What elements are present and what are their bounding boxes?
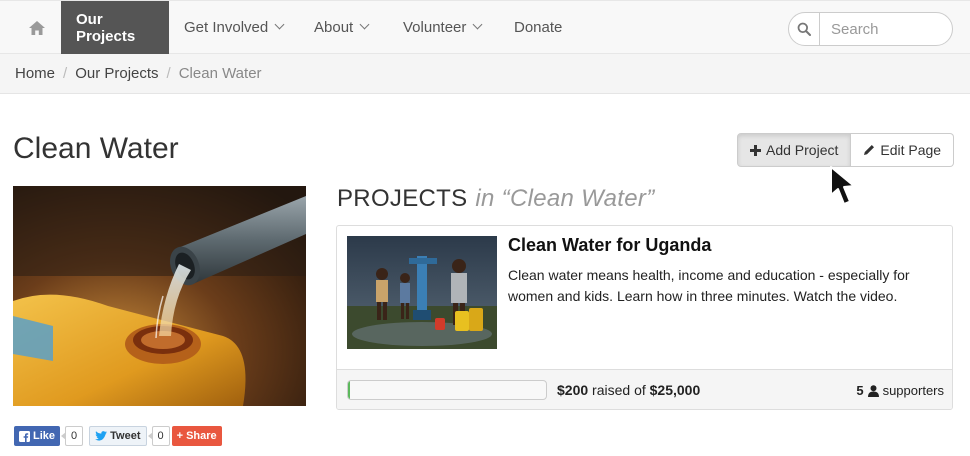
facebook-icon (19, 430, 30, 442)
raised-of-text: raised of (588, 382, 650, 398)
home-icon (29, 20, 45, 35)
pencil-icon (864, 145, 875, 155)
breadcrumb-separator: / (166, 65, 171, 82)
category-image (13, 186, 306, 406)
nav-about[interactable]: About (299, 1, 383, 54)
tweet-count: 0 (147, 426, 170, 446)
breadcrumb-home[interactable]: Home (15, 65, 55, 82)
project-card-footer: $200 raised of $25,000 5 supporters (337, 369, 952, 409)
project-description: Clean water means health, income and edu… (508, 267, 910, 304)
nav-donate[interactable]: Donate (499, 1, 577, 54)
raised-amount: $200 (557, 382, 589, 398)
user-icon (867, 384, 879, 397)
funding-summary: $200 raised of $25,000 (557, 382, 700, 398)
page-actions: Add Project Edit Page (737, 133, 955, 167)
top-navbar: Our Projects Get Involved About Voluntee… (0, 0, 970, 54)
breadcrumb-our-projects[interactable]: Our Projects (75, 65, 158, 82)
facebook-like-button[interactable]: Like (14, 426, 61, 446)
search-icon (797, 22, 811, 36)
search-input[interactable] (820, 20, 950, 38)
share-button[interactable]: + Share (171, 426, 222, 446)
project-title[interactable]: Clean Water for Uganda (508, 235, 711, 256)
funding-progress-bar (347, 380, 547, 400)
social-share-bar: Like 0 Tweet 0 + Share (14, 426, 222, 446)
nav-our-projects[interactable]: Our Projects (61, 1, 169, 54)
projects-heading: PROJECTS in “Clean Water” (337, 185, 655, 212)
add-project-button[interactable]: Add Project (737, 133, 852, 167)
chevron-down-icon (274, 19, 285, 30)
mouse-cursor-icon (830, 166, 855, 205)
breadcrumb: Home / Our Projects / Clean Water (0, 54, 970, 94)
nav-volunteer[interactable]: Volunteer (388, 1, 496, 54)
nav-get-involved[interactable]: Get Involved (169, 1, 298, 54)
breadcrumb-separator: / (63, 65, 68, 82)
like-count: 0 (60, 426, 84, 446)
nav-home-link[interactable] (14, 1, 60, 54)
project-card[interactable]: Clean Water for Uganda Clean water means… (336, 225, 953, 410)
chevron-down-icon (472, 19, 483, 30)
goal-amount: $25,000 (649, 382, 701, 398)
funding-progress-fill (348, 381, 350, 399)
page-title: Clean Water (13, 132, 179, 165)
twitter-bird-icon (95, 431, 108, 441)
project-thumbnail[interactable] (347, 236, 497, 349)
chevron-down-icon (359, 19, 370, 30)
edit-page-button[interactable]: Edit Page (851, 133, 955, 167)
search-box (788, 12, 953, 46)
plus-icon (750, 144, 761, 156)
search-button[interactable] (789, 13, 820, 45)
projects-category-label: in “Clean Water” (475, 185, 655, 212)
supporters-count: 5 supporters (856, 383, 944, 398)
breadcrumb-current: Clean Water (178, 65, 262, 82)
tweet-button[interactable]: Tweet (89, 426, 147, 446)
share-plus-icon: + (176, 430, 184, 442)
